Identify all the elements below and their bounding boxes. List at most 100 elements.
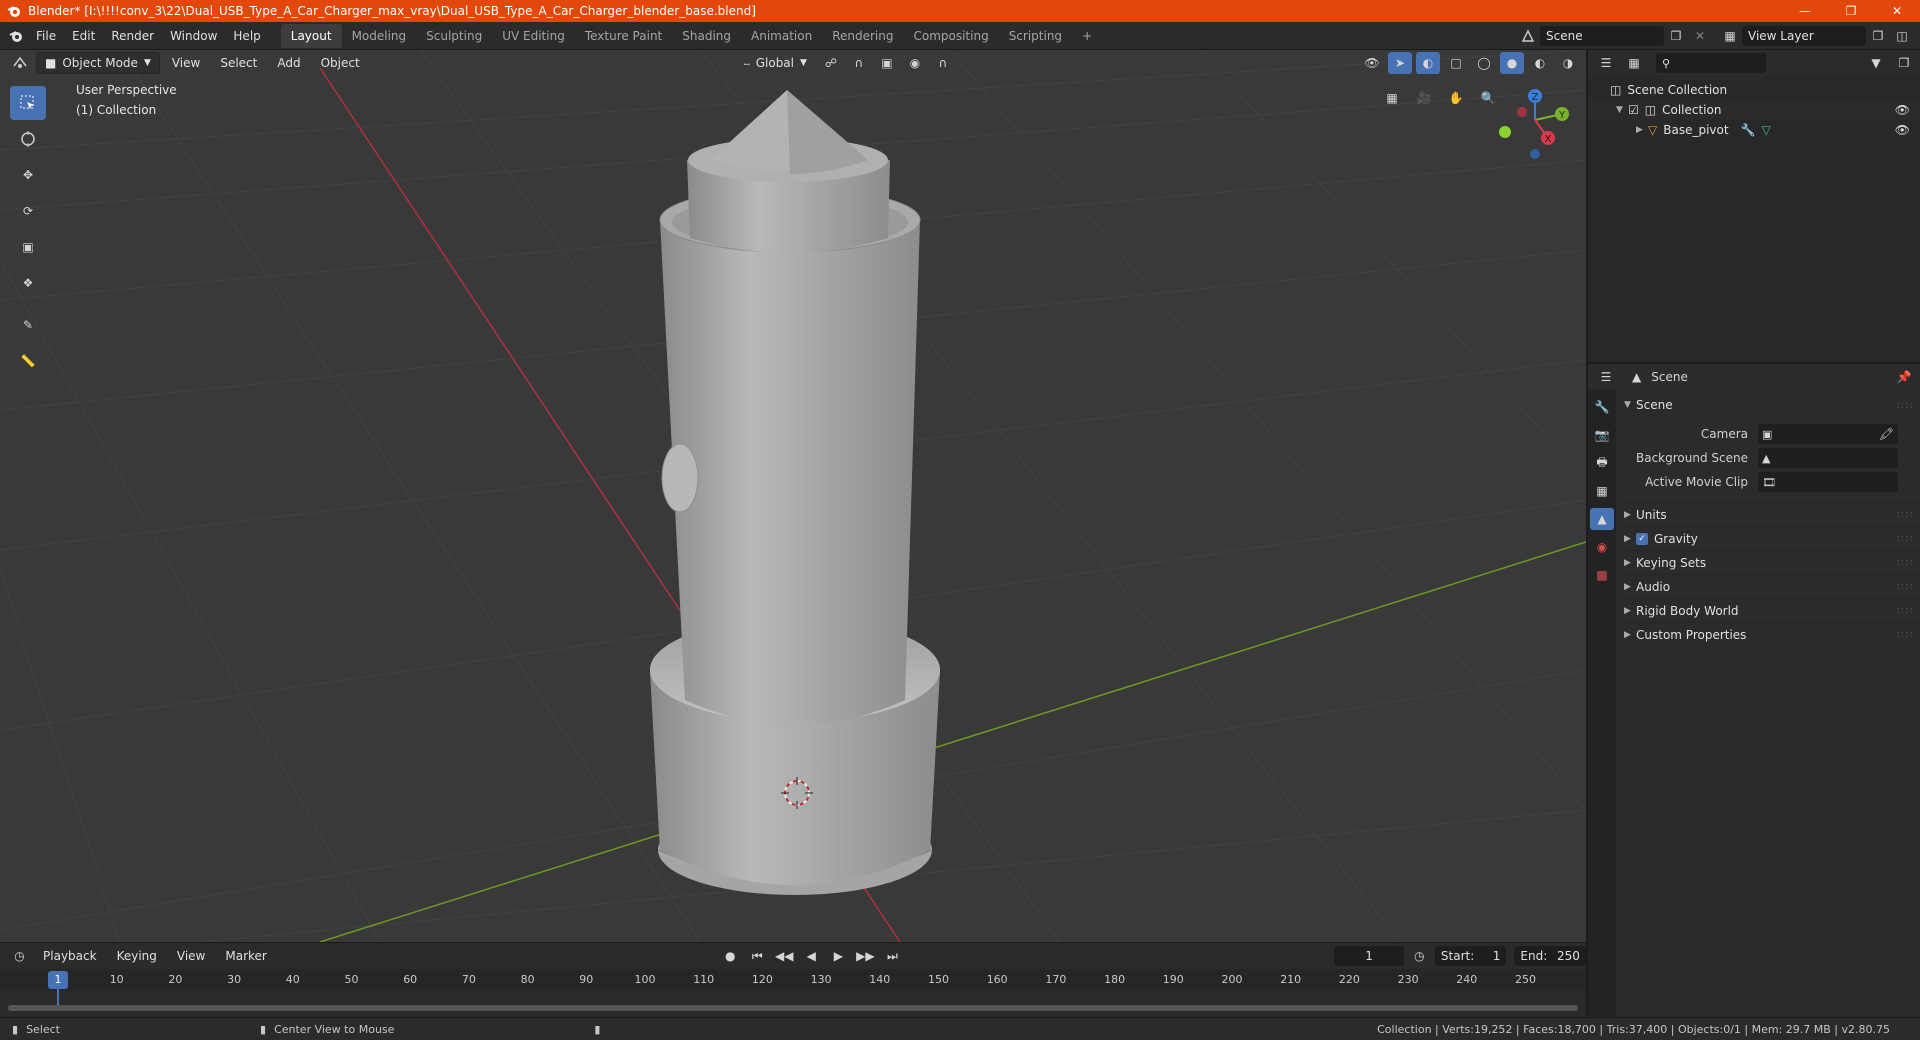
new-collection-icon[interactable]: ❐ <box>1892 52 1916 74</box>
menu-timeline-view[interactable]: View <box>169 945 213 967</box>
drag-handle-icon[interactable]: :::: <box>1897 629 1914 640</box>
tab-shading[interactable]: Shading <box>672 24 741 48</box>
rigid-body-world-panel[interactable]: ▶ Rigid Body World :::: <box>1618 598 1920 622</box>
new-view-layer-icon[interactable]: ❐ <box>1866 25 1890 47</box>
tab-modeling[interactable]: Modeling <box>342 24 417 48</box>
expand-arrow-icon[interactable]: ▼ <box>1616 105 1628 115</box>
timeline-ruler[interactable]: 1 10 20 30 40 50 60 70 80 90 100 110 120 130 140 150 160… <box>0 969 1586 1009</box>
material-shading-icon[interactable]: ◐ <box>1528 52 1552 74</box>
rendered-shading-icon[interactable]: ◑ <box>1556 52 1580 74</box>
gizmo-toggle-icon[interactable]: ➤ <box>1388 52 1412 74</box>
tool-settings-tab-icon[interactable]: 🔧 <box>1590 396 1614 418</box>
display-mode-icon[interactable]: ▦ <box>1622 52 1646 74</box>
xray-icon[interactable]: □ <box>1444 52 1468 74</box>
menu-edit[interactable]: Edit <box>64 24 103 48</box>
modifier-wrench-icon[interactable]: 🔧 <box>1741 123 1756 137</box>
minimize-icon[interactable]: — <box>1782 0 1828 22</box>
eye-icon[interactable]: 👁 <box>1895 123 1910 137</box>
jump-end-icon[interactable]: ⏭ <box>881 945 904 967</box>
neg-x-axis-handle[interactable] <box>1517 107 1527 117</box>
checkbox-icon[interactable]: ☑ <box>1628 103 1639 117</box>
menu-select[interactable]: Select <box>212 52 265 74</box>
jump-start-icon[interactable]: ⏮ <box>746 945 769 967</box>
overlay-toggle-icon[interactable]: ◐ <box>1416 52 1440 74</box>
end-frame-field[interactable]: End: 250 <box>1514 946 1586 966</box>
new-scene-icon[interactable]: ❐ <box>1664 25 1688 47</box>
drag-handle-icon[interactable]: :::: <box>1897 605 1914 616</box>
outliner-editor-type-icon[interactable]: ☰ <box>1594 52 1618 74</box>
play-reverse-icon[interactable]: ◀ <box>800 945 823 967</box>
visibility-icon[interactable]: 👁 <box>1360 52 1384 74</box>
move-icon[interactable]: ✥ <box>10 158 46 192</box>
drag-handle-icon[interactable]: :::: <box>1897 557 1914 568</box>
gravity-panel[interactable]: ▶ ✓ Gravity :::: <box>1618 526 1920 550</box>
view-layer-icon[interactable]: ▦ <box>1718 25 1742 47</box>
menu-render[interactable]: Render <box>103 24 162 48</box>
tree-row-base-pivot[interactable]: ▶ ▽ Base_pivot 🔧 ▽ 👁 <box>1588 120 1920 140</box>
scene-selector-icon[interactable] <box>1516 25 1540 47</box>
object-mode-dropdown[interactable]: ■ Object Mode ▼ <box>36 52 160 74</box>
remove-scene-icon[interactable]: ✕ <box>1688 25 1712 47</box>
output-tab-icon[interactable]: 🖶 <box>1590 452 1614 474</box>
proportional-edit-icon[interactable]: ◉ <box>903 52 927 74</box>
tree-row-scene-collection[interactable]: ◫ Scene Collection <box>1588 80 1920 100</box>
tab-scripting[interactable]: Scripting <box>999 24 1072 48</box>
menu-add[interactable]: Add <box>269 52 308 74</box>
tab-animation[interactable]: Animation <box>741 24 822 48</box>
editor-type-icon[interactable] <box>8 52 32 74</box>
drag-handle-icon[interactable]: :::: <box>1897 581 1914 592</box>
close-icon[interactable]: ✕ <box>1874 0 1920 22</box>
grid-view-icon[interactable]: ▦ <box>1378 84 1406 112</box>
outliner-search-input[interactable]: ⚲ <box>1656 53 1766 73</box>
start-frame-field[interactable]: Start: 1 <box>1434 946 1507 966</box>
transform-icon[interactable]: ❖ <box>10 266 46 300</box>
properties-editor-type-icon[interactable]: ☰ <box>1594 366 1618 388</box>
menu-marker[interactable]: Marker <box>217 945 274 967</box>
measure-icon[interactable]: 📏 <box>10 344 46 378</box>
drag-handle-icon[interactable]: :::: <box>1897 533 1914 544</box>
keying-sets-panel[interactable]: ▶ Keying Sets :::: <box>1618 550 1920 574</box>
next-keyframe-icon[interactable]: ▶▶ <box>854 945 877 967</box>
tab-rendering[interactable]: Rendering <box>822 24 903 48</box>
expand-arrow-icon[interactable]: ▶ <box>1636 125 1648 135</box>
camera-field[interactable]: ▣ 🖍 <box>1758 424 1898 444</box>
units-panel[interactable]: ▶ Units :::: <box>1618 502 1920 526</box>
gravity-checkbox[interactable]: ✓ <box>1636 532 1648 545</box>
neg-y-axis-handle[interactable] <box>1499 126 1511 138</box>
filter-icon[interactable]: ▼ <box>1864 52 1888 74</box>
render-tab-icon[interactable]: 📷 <box>1590 424 1614 446</box>
scene-tab-icon[interactable]: ▲ <box>1590 508 1614 530</box>
wireframe-shading-icon[interactable]: ◯ <box>1472 52 1496 74</box>
scale-icon[interactable]: ▣ <box>10 230 46 264</box>
tab-layout[interactable]: Layout <box>280 23 342 48</box>
add-workspace-button[interactable]: + <box>1072 24 1102 48</box>
snap-target-icon[interactable]: ▣ <box>875 52 899 74</box>
texture-tab-icon[interactable]: ▩ <box>1590 564 1614 586</box>
timeline-editor-type-icon[interactable]: ◷ <box>8 945 31 967</box>
restore-icon[interactable]: ❐ <box>1828 0 1874 22</box>
clock-icon[interactable]: ◷ <box>1408 945 1431 967</box>
tab-sculpting[interactable]: Sculpting <box>416 24 492 48</box>
transform-orientation-dropdown[interactable]: ⧿ Global ▼ <box>736 52 815 74</box>
eyedropper-icon[interactable]: 🖍 <box>1879 427 1894 441</box>
menu-help[interactable]: Help <box>225 24 268 48</box>
navigation-gizmo[interactable]: Z Y X <box>1499 89 1569 159</box>
select-box-icon[interactable] <box>10 86 46 120</box>
neg-z-axis-handle[interactable] <box>1530 149 1540 159</box>
tab-compositing[interactable]: Compositing <box>903 24 998 48</box>
eye-icon[interactable]: 👁 <box>1895 103 1910 117</box>
tab-texture-paint[interactable]: Texture Paint <box>575 24 672 48</box>
tab-uv-editing[interactable]: UV Editing <box>492 24 575 48</box>
rotate-icon[interactable]: ⟳ <box>10 194 46 228</box>
pivot-point-icon[interactable]: ☍ <box>819 52 843 74</box>
pan-hand-icon[interactable]: ✋ <box>1442 84 1470 112</box>
tree-row-collection[interactable]: ▼ ☑ ◫ Collection 👁 <box>1588 100 1920 120</box>
view-layer-tab-icon[interactable]: ▦ <box>1590 480 1614 502</box>
menu-view[interactable]: View <box>164 52 208 74</box>
falloff-icon[interactable]: ∩ <box>931 52 955 74</box>
custom-properties-panel[interactable]: ▶ Custom Properties :::: <box>1618 622 1920 646</box>
timeline-scrollbar[interactable] <box>8 1005 1578 1011</box>
solid-shading-icon[interactable]: ● <box>1500 52 1524 74</box>
play-icon[interactable]: ▶ <box>827 945 850 967</box>
drag-handle-icon[interactable]: :::: <box>1897 400 1914 411</box>
